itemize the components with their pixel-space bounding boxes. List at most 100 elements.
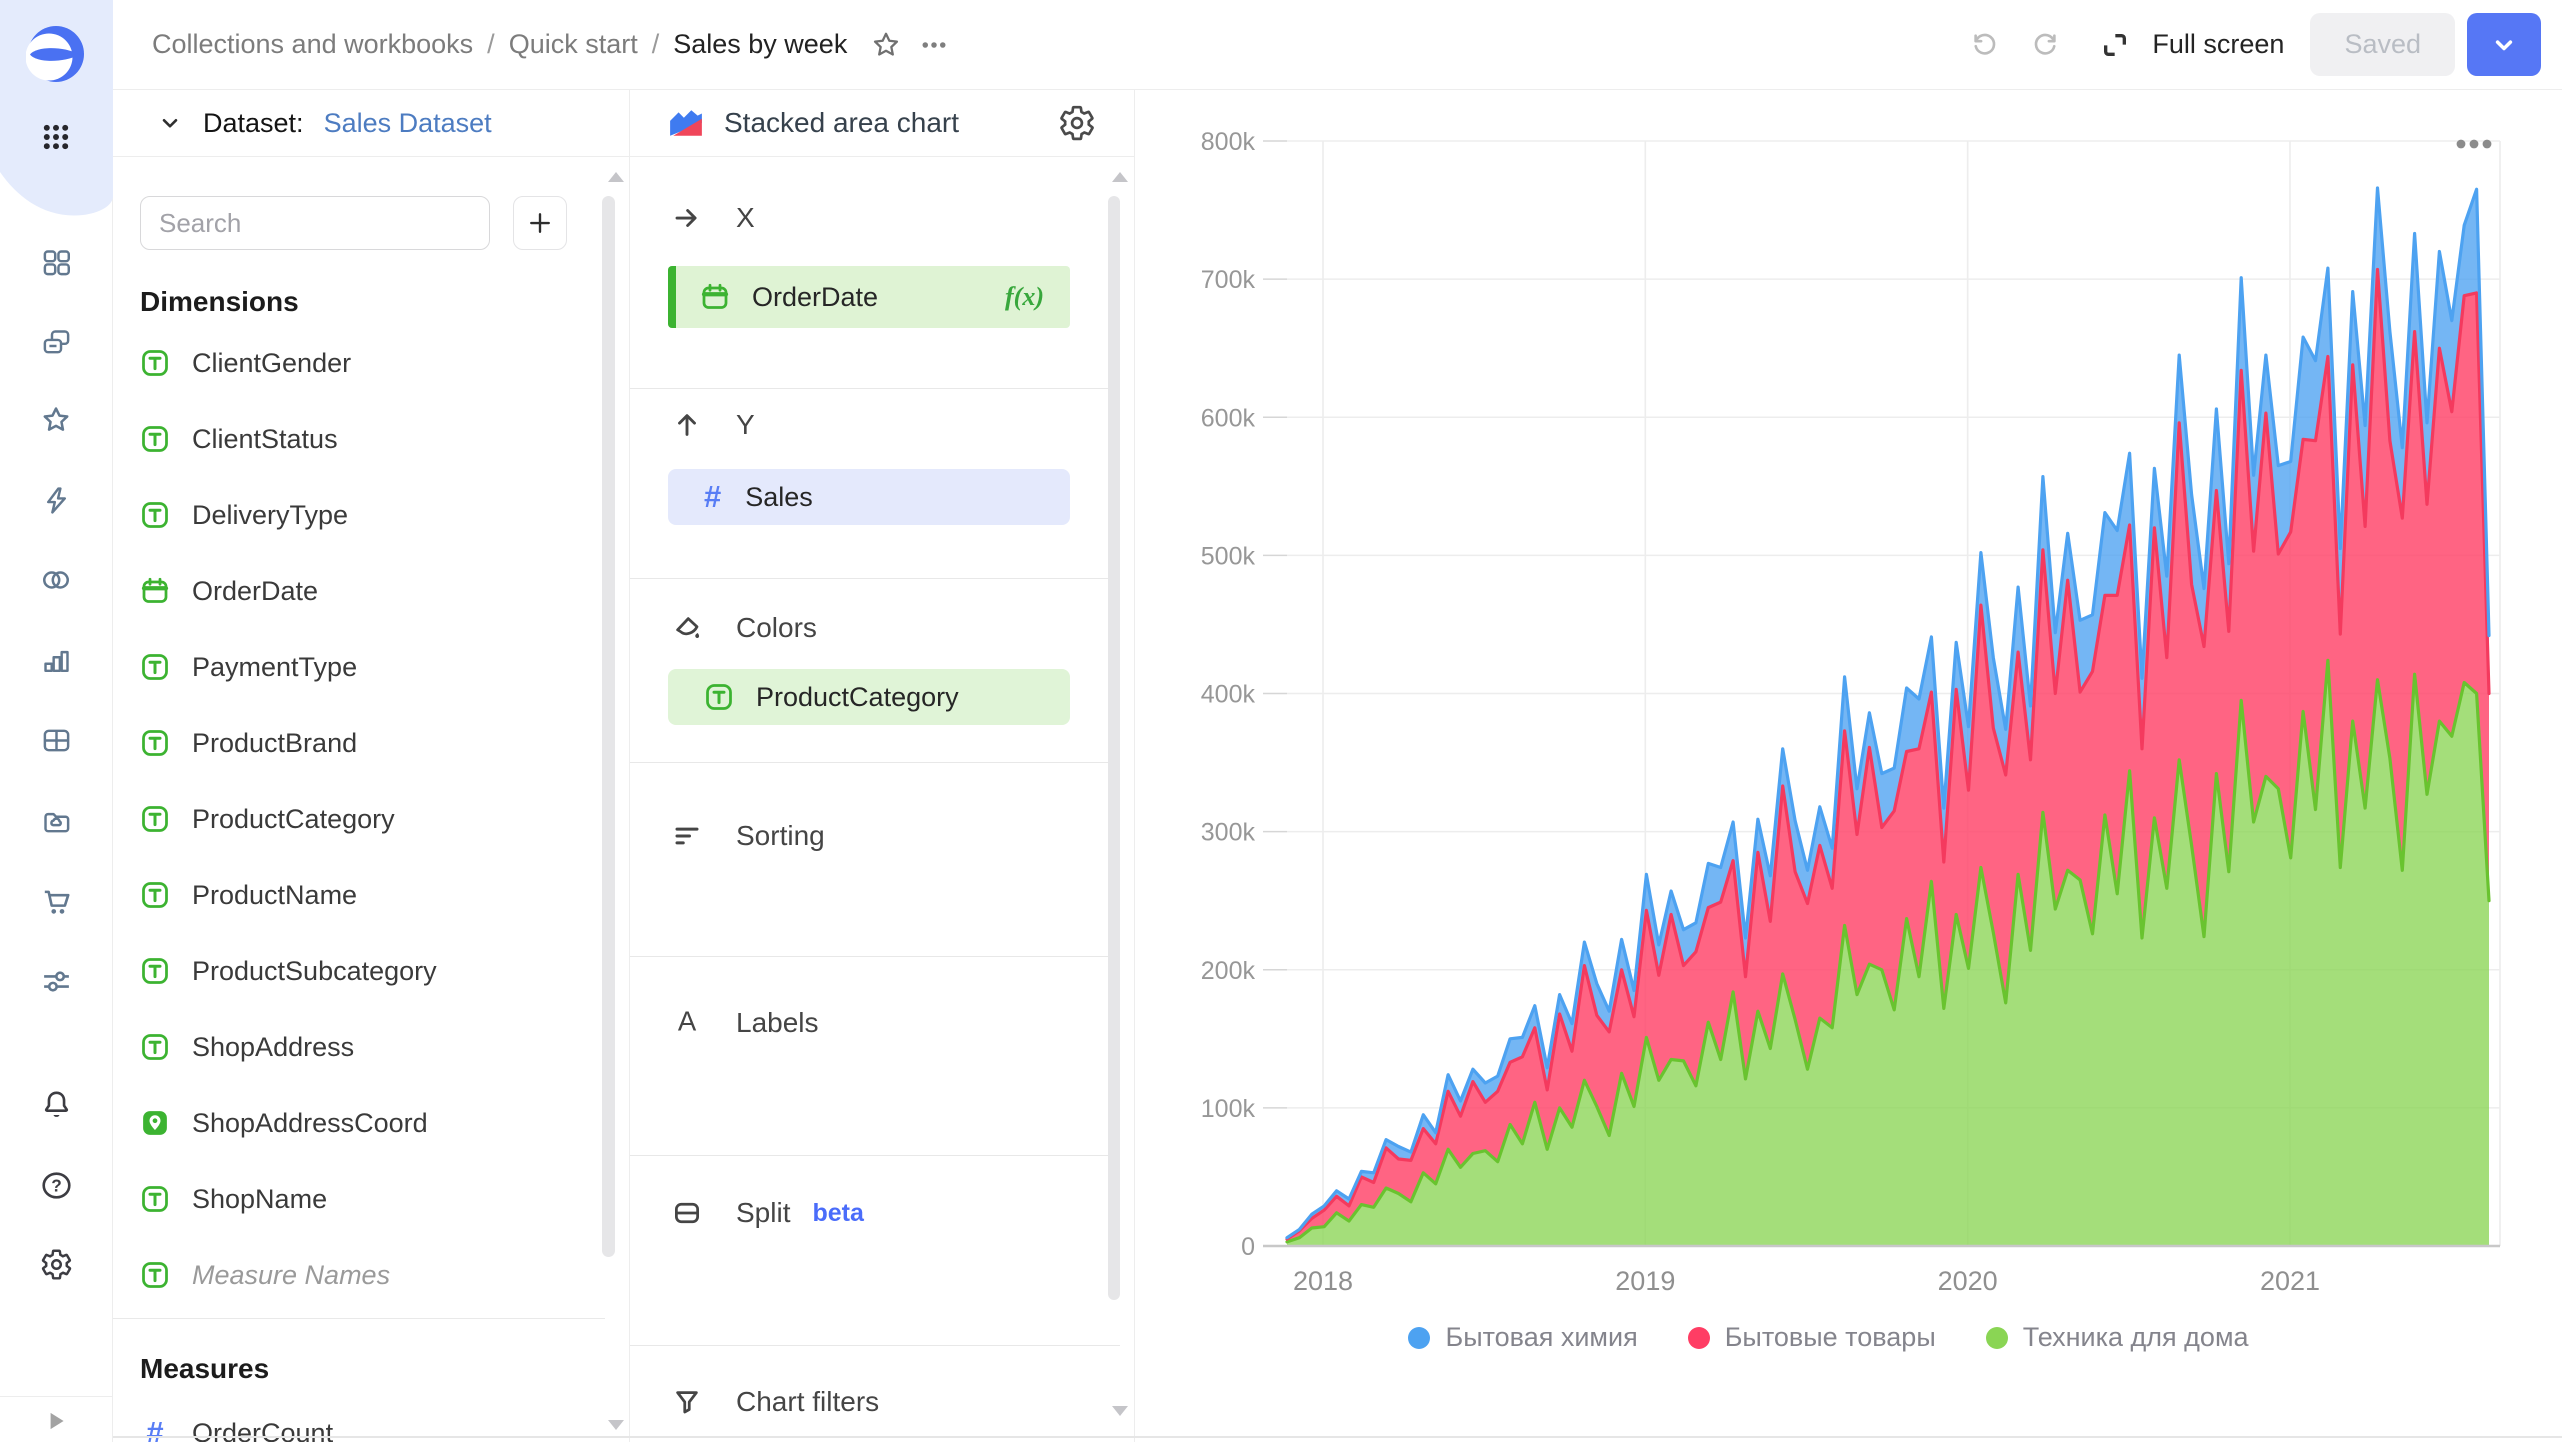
marketplace-cart-icon[interactable] <box>39 884 73 918</box>
chart-config-panel: Stacked area chart X OrderDate f(x) <box>630 90 1135 1442</box>
chart-settings-gear-icon[interactable] <box>1058 104 1096 142</box>
field-item[interactable]: ProductCategory <box>140 789 570 849</box>
breadcrumb-collections[interactable]: Collections and workbooks <box>152 29 473 60</box>
config-scroll-down[interactable] <box>1112 1406 1128 1416</box>
window-bottom-edge <box>0 1436 2562 1438</box>
dataset-collapse-chevron-icon[interactable] <box>157 110 183 136</box>
add-field-button[interactable] <box>513 196 567 250</box>
settings-gear-icon[interactable] <box>39 1247 73 1281</box>
field-type-icon <box>140 1260 170 1290</box>
beta-badge: beta <box>812 1199 863 1228</box>
field-type-icon <box>140 348 170 378</box>
section-colors-label: Colors <box>736 612 817 644</box>
notifications-bell-icon[interactable] <box>39 1087 73 1121</box>
arrow-right-icon <box>672 203 702 233</box>
dataset-scroll-down[interactable] <box>608 1420 624 1430</box>
section-divider <box>630 578 1120 579</box>
field-item[interactable]: ShopAddress <box>140 1017 570 1077</box>
y-field-pill[interactable]: # Sales <box>668 469 1070 525</box>
field-label: ShopAddress <box>192 1032 354 1063</box>
field-item[interactable]: Measure Names <box>140 1245 570 1305</box>
section-labels-label: Labels <box>736 1007 819 1039</box>
section-y-label: Y <box>736 409 755 441</box>
more-actions-icon[interactable] <box>917 28 951 62</box>
field-item[interactable]: PaymentType <box>140 637 570 697</box>
section-split-label: Split <box>736 1197 790 1229</box>
field-item[interactable]: DeliveryType <box>140 485 570 545</box>
field-item[interactable]: ProductSubcategory <box>140 941 570 1001</box>
help-icon[interactable]: ? <box>39 1168 73 1202</box>
files-icon[interactable] <box>39 804 73 838</box>
collections-icon[interactable] <box>39 325 73 359</box>
services-sliders-icon[interactable] <box>39 964 73 998</box>
section-divider <box>630 1345 1120 1346</box>
dataset-panel-header: Dataset: Sales Dataset <box>113 90 629 157</box>
y-field-label: Sales <box>745 482 813 513</box>
field-item[interactable]: ProductName <box>140 865 570 925</box>
datalens-logo[interactable] <box>25 23 87 85</box>
legend-dot <box>1408 1327 1430 1349</box>
formula-fx-badge[interactable]: f(x) <box>1005 282 1070 312</box>
legend-item[interactable]: Бытовая химия <box>1408 1322 1637 1353</box>
chart-menu-dots-icon[interactable] <box>2451 128 2497 160</box>
field-search-input[interactable] <box>140 196 490 250</box>
number-hash-icon: # <box>704 482 721 512</box>
legend-item[interactable]: Бытовые товары <box>1688 1322 1936 1353</box>
x-field-pill[interactable]: OrderDate f(x) <box>668 266 1070 328</box>
section-filters-label: Chart filters <box>736 1386 879 1418</box>
field-type-icon <box>140 1184 170 1214</box>
svg-text:300k: 300k <box>1201 819 1256 847</box>
field-item[interactable]: ClientGender <box>140 333 570 393</box>
fields-divider <box>113 1318 605 1319</box>
apps-grid-icon[interactable] <box>39 120 73 154</box>
field-label: ShopName <box>192 1184 327 1215</box>
chart-preview-pane: 0100k200k300k400k500k600k700k800k2018201… <box>1135 90 2562 1442</box>
colors-field-pill[interactable]: ProductCategory <box>668 669 1070 725</box>
field-label: OrderDate <box>192 576 318 607</box>
field-type-icon <box>140 1032 170 1062</box>
dataset-scroll-up[interactable] <box>608 172 624 182</box>
charts-icon[interactable] <box>39 643 73 677</box>
section-divider <box>630 388 1120 389</box>
split-icon <box>672 1198 702 1228</box>
field-type-icon <box>140 880 170 910</box>
connections-icon[interactable] <box>39 563 73 597</box>
paint-bucket-icon <box>672 613 702 643</box>
favorites-icon[interactable] <box>39 403 73 437</box>
field-type-icon <box>140 728 170 758</box>
svg-text:100k: 100k <box>1201 1095 1256 1123</box>
config-scrollbar[interactable] <box>1108 196 1120 1300</box>
svg-text:0: 0 <box>1241 1233 1255 1261</box>
dashboards-icon[interactable] <box>39 245 73 279</box>
breadcrumb-separator: / <box>487 29 495 60</box>
field-label: Measure Names <box>192 1260 390 1291</box>
dataset-scrollbar[interactable] <box>602 196 615 1257</box>
dataset-name-link[interactable]: Sales Dataset <box>324 108 492 139</box>
expand-rail-icon[interactable] <box>39 1404 73 1438</box>
field-label: ProductBrand <box>192 728 357 759</box>
field-label: DeliveryType <box>192 500 348 531</box>
legend-item[interactable]: Техника для дома <box>1986 1322 2249 1353</box>
config-scroll-up[interactable] <box>1112 172 1128 182</box>
favorite-star-icon[interactable] <box>869 28 903 62</box>
field-label: ProductCategory <box>192 804 395 835</box>
tables-icon[interactable] <box>39 723 73 757</box>
left-nav-rail: ? <box>0 0 113 1442</box>
svg-text:800k: 800k <box>1201 128 1256 156</box>
field-item[interactable]: ShopAddressCoord <box>140 1093 570 1153</box>
breadcrumb-current-chart: Sales by week <box>673 29 847 60</box>
field-item[interactable]: OrderDate <box>140 561 570 621</box>
quick-actions-icon[interactable] <box>39 483 73 517</box>
breadcrumb-workbook[interactable]: Quick start <box>509 29 638 60</box>
section-x-label: X <box>736 202 755 234</box>
chart-legend: Бытовая химия Бытовые товары Техника для… <box>1115 1322 2542 1353</box>
dataset-panel: Dataset: Sales Dataset Dimensions Client… <box>113 90 630 1442</box>
field-type-icon <box>140 804 170 834</box>
field-type-icon <box>140 500 170 530</box>
field-item[interactable]: ProductBrand <box>140 713 570 773</box>
field-item[interactable]: ClientStatus <box>140 409 570 469</box>
x-field-accent-bar <box>668 266 676 328</box>
section-divider <box>630 956 1120 957</box>
section-chart-filters: Chart filters <box>672 1382 879 1422</box>
field-item[interactable]: ShopName <box>140 1169 570 1229</box>
